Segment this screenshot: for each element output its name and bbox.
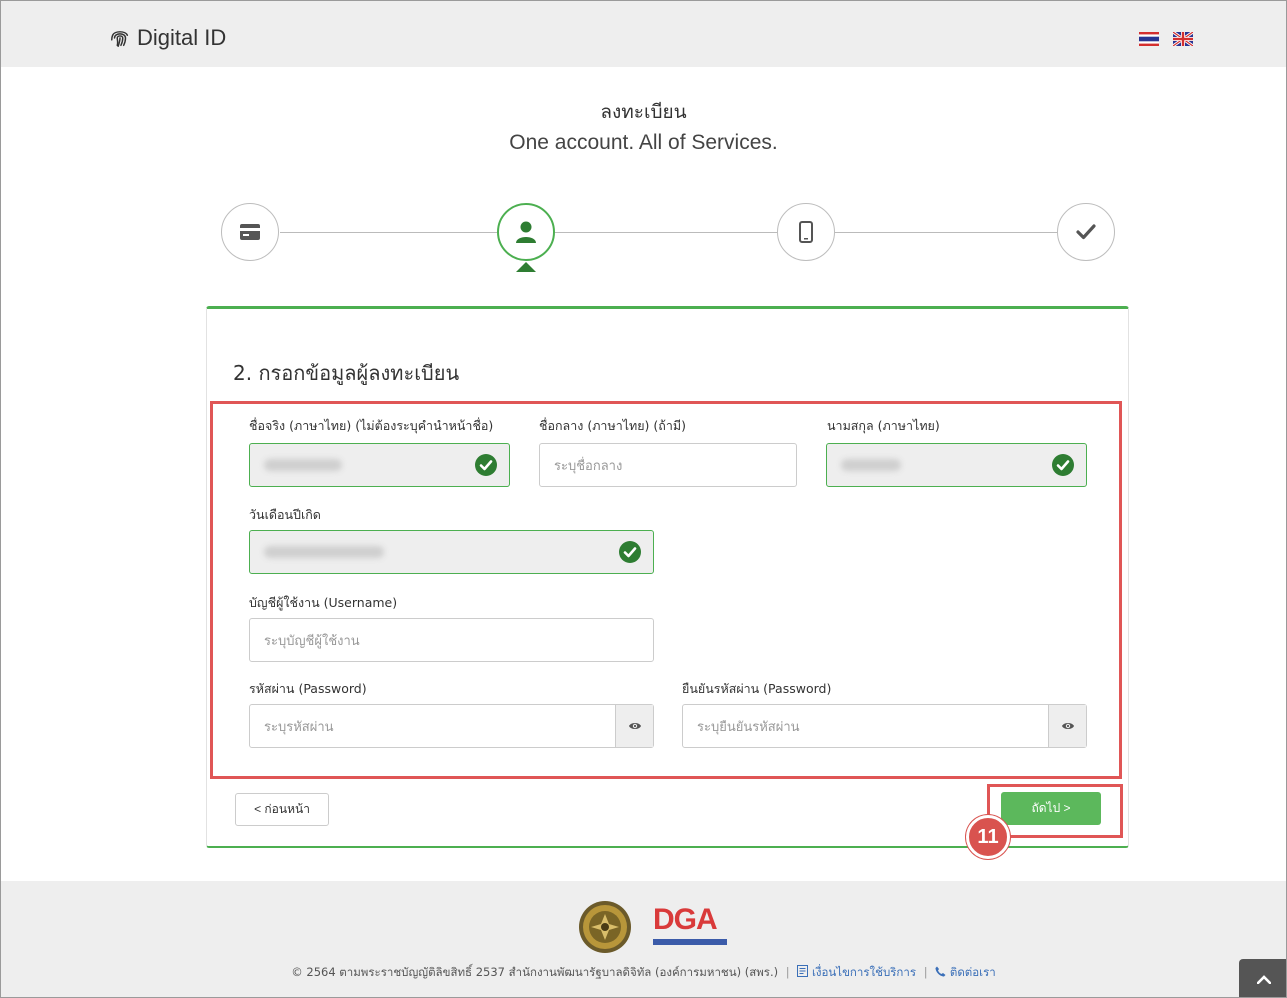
valid-check-icon [1052, 454, 1074, 476]
step-4-complete [1057, 203, 1115, 261]
redacted-value [264, 459, 342, 471]
first-name-label: ชื่อจริง (ภาษาไทย) (ไม่ต้องระบุคำนำหน้าช… [249, 418, 494, 433]
valid-check-icon [619, 541, 641, 563]
id-card-icon [240, 224, 260, 240]
footer-text: © 2564 ตามพระราชบัญญัติลิขสิทธิ์ 2537 สำ… [1, 964, 1286, 982]
contact-link[interactable]: ติดต่อเรา [950, 965, 996, 979]
brand-name: Digital ID [137, 25, 227, 50]
username-input[interactable]: ระบุบัญชีผู้ใช้งาน [249, 618, 654, 662]
password-placeholder: ระบุรหัสผ่าน [264, 719, 334, 735]
terms-link[interactable]: เงื่อนไขการใช้บริการ [812, 965, 916, 979]
page-title: ลงทะเบียน [600, 101, 687, 123]
birth-date-input[interactable] [249, 530, 654, 574]
mobile-icon [799, 221, 813, 243]
dga-logo-bar [653, 939, 727, 945]
confirm-password-input[interactable]: ระบุยืนยันรหัสผ่าน [682, 704, 1087, 748]
password-input[interactable]: ระบุรหัสผ่าน [249, 704, 654, 748]
registration-form-card: 2. กรอกข้อมูลผู้ลงทะเบียน ชื่อจริง (ภาษา… [206, 306, 1129, 859]
stepper-connector [835, 232, 1057, 233]
phone-icon [935, 966, 946, 977]
confirm-password-placeholder: ระบุยืนยันรหัสผ่าน [697, 719, 800, 735]
valid-check-icon [475, 454, 497, 476]
middle-name-placeholder: ระบุชื่อกลาง [554, 458, 623, 474]
chevron-up-icon [1257, 974, 1271, 984]
step-3-mobile [777, 203, 835, 261]
last-name-label: นามสกุล (ภาษาไทย) [827, 418, 940, 433]
toggle-password-visibility[interactable] [615, 705, 653, 747]
footer: DGA © 2564 ตามพระราชบัญญัติลิขสิทธิ์ 253… [1, 881, 1286, 997]
uk-flag-icon[interactable] [1173, 32, 1193, 46]
stepper-connector [555, 232, 777, 233]
stepper-connector [280, 232, 497, 233]
document-icon [797, 965, 809, 977]
header-bar: Digital ID [1, 1, 1286, 67]
fingerprint-icon [111, 31, 129, 47]
eye-icon [1061, 723, 1074, 729]
thai-flag-icon[interactable] [1139, 32, 1159, 46]
government-seal-logo [579, 901, 631, 953]
redacted-value [264, 546, 384, 558]
username-placeholder: ระบุบัญชีผู้ใช้งาน [264, 633, 360, 649]
step-2-personal-info [497, 203, 555, 261]
birth-date-label: วันเดือนปีเกิด [249, 507, 321, 522]
brand-logo[interactable]: Digital ID [109, 25, 226, 51]
next-button[interactable]: ถัดไป > [1001, 792, 1101, 825]
language-switcher [1139, 32, 1193, 46]
user-icon [516, 221, 536, 243]
scroll-to-top-button[interactable] [1239, 959, 1286, 997]
password-label: รหัสผ่าน (Password) [249, 681, 367, 696]
middle-name-label: ชื่อกลาง (ภาษาไทย) (ถ้ามี) [539, 418, 686, 433]
last-name-input[interactable] [826, 443, 1087, 487]
step-1-id-card [221, 203, 279, 261]
section-title: 2. กรอกข้อมูลผู้ลงทะเบียน [233, 361, 460, 385]
dga-logo: DGA [653, 905, 729, 951]
copyright-text: © 2564 ตามพระราชบัญญัติลิขสิทธิ์ 2537 สำ… [291, 965, 779, 979]
page-tagline: One account. All of Services. [509, 131, 778, 154]
annotation-step-marker: 11 [966, 815, 1010, 859]
back-button[interactable]: < ก่อนหน้า [235, 793, 329, 826]
confirm-password-label: ยืนยันรหัสผ่าน (Password) [682, 681, 832, 696]
eye-icon [628, 723, 641, 729]
redacted-value [841, 459, 901, 471]
middle-name-input[interactable]: ระบุชื่อกลาง [539, 443, 797, 487]
footer-separator: | [923, 965, 928, 979]
username-label: บัญชีผู้ใช้งาน (Username) [249, 595, 398, 610]
footer-separator: | [785, 965, 790, 979]
dga-logo-text: DGA [653, 903, 718, 936]
active-step-pointer [516, 262, 536, 272]
registration-page: Digital ID ลงทะเบียน One account. All of… [0, 0, 1287, 998]
checkmark-icon [1076, 224, 1096, 240]
first-name-input[interactable] [249, 443, 510, 487]
toggle-confirm-password-visibility[interactable] [1048, 705, 1086, 747]
